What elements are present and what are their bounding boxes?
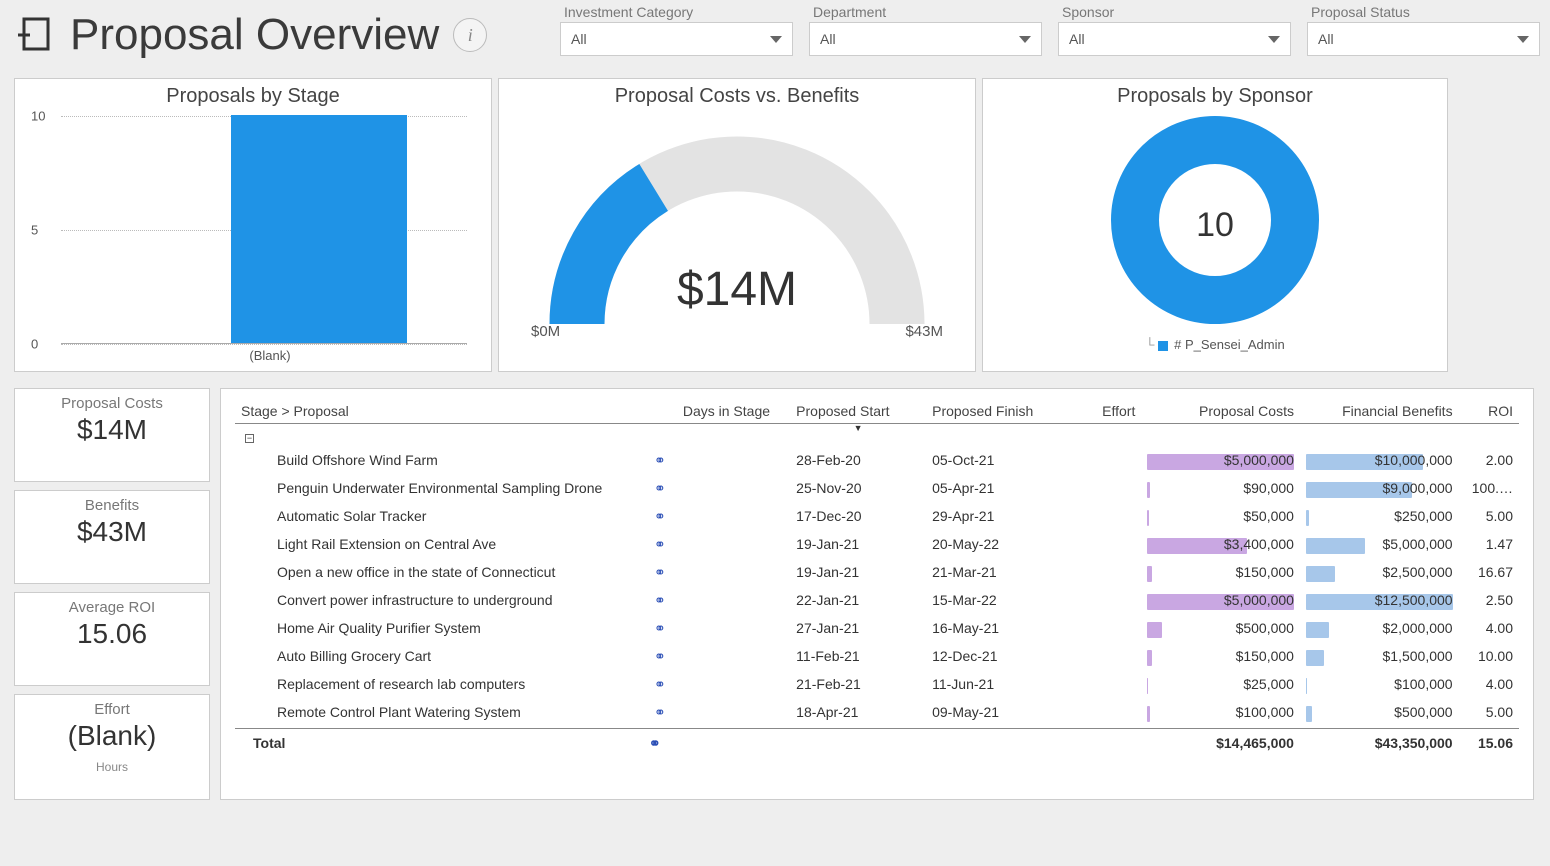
col-benefits[interactable]: Financial Benefits xyxy=(1300,393,1459,424)
table-row[interactable]: Convert power infrastructure to undergro… xyxy=(235,588,1519,616)
proposal-name: Auto Billing Grocery Cart xyxy=(235,644,643,672)
proposal-name: Replacement of research lab computers xyxy=(235,672,643,700)
proposal-name: Open a new office in the state of Connec… xyxy=(235,560,643,588)
table-row[interactable]: Remote Control Plant Watering System⚭18-… xyxy=(235,700,1519,729)
filter-label-status: Proposal Status xyxy=(1307,0,1540,22)
col-finish[interactable]: Proposed Finish xyxy=(926,393,1062,424)
table-row[interactable]: Replacement of research lab computers⚭21… xyxy=(235,672,1519,700)
col-days[interactable]: Days in Stage xyxy=(677,393,790,424)
table-row[interactable]: Automatic Solar Tracker⚭17-Dec-2029-Apr-… xyxy=(235,504,1519,532)
table-row[interactable]: Auto Billing Grocery Cart⚭11-Feb-2112-De… xyxy=(235,644,1519,672)
chevron-down-icon xyxy=(1268,36,1280,43)
gauge-value: $14M xyxy=(499,262,975,317)
table-header-row: Stage > Proposal Days in Stage Proposed … xyxy=(235,393,1519,424)
chart-title: Proposals by Stage xyxy=(15,79,491,110)
proposal-name: Home Air Quality Purifier System xyxy=(235,616,643,644)
info-button[interactable]: i xyxy=(453,18,487,52)
proposal-table[interactable]: Stage > Proposal Days in Stage Proposed … xyxy=(220,388,1534,800)
link-icon[interactable]: ⚭ xyxy=(654,536,666,552)
link-icon[interactable]: ⚭ xyxy=(654,648,666,664)
col-link xyxy=(643,393,677,424)
filter-sponsor[interactable]: All xyxy=(1058,22,1291,56)
link-icon[interactable]: ⚭ xyxy=(654,452,666,468)
card-effort[interactable]: Effort (Blank) Hours xyxy=(14,694,210,800)
filter-bar: Investment Category All Department All S… xyxy=(560,0,1540,56)
chart-proposals-by-stage[interactable]: Proposals by Stage 0510 (Blank) xyxy=(14,78,492,372)
col-stage[interactable]: Stage > Proposal xyxy=(235,393,643,424)
gauge-max: $43M xyxy=(905,323,943,340)
card-average-roi[interactable]: Average ROI 15.06 xyxy=(14,592,210,686)
link-icon[interactable]: ⚭ xyxy=(654,508,666,524)
link-icon[interactable]: ⚭ xyxy=(649,735,661,751)
link-icon[interactable]: ⚭ xyxy=(654,480,666,496)
proposal-icon xyxy=(16,13,56,58)
col-start[interactable]: Proposed Start xyxy=(790,393,926,424)
table-row[interactable]: Home Air Quality Purifier System⚭27-Jan-… xyxy=(235,616,1519,644)
proposal-name: Light Rail Extension on Central Ave xyxy=(235,532,643,560)
proposal-name: Build Offshore Wind Farm xyxy=(235,448,643,476)
gauge-min: $0M xyxy=(531,323,560,340)
link-icon[interactable]: ⚭ xyxy=(654,564,666,580)
filter-label-department: Department xyxy=(809,0,1042,22)
link-icon[interactable]: ⚭ xyxy=(654,676,666,692)
card-proposal-costs[interactable]: Proposal Costs $14M xyxy=(14,388,210,482)
col-roi[interactable]: ROI xyxy=(1459,393,1519,424)
chevron-down-icon xyxy=(1517,36,1529,43)
chart-title: Proposals by Sponsor xyxy=(983,79,1447,110)
donut-center-value: 10 xyxy=(983,206,1447,245)
proposal-name: Remote Control Plant Watering System xyxy=(235,700,643,729)
page-title: Proposal Overview xyxy=(70,10,439,60)
chart-proposals-by-sponsor[interactable]: Proposals by Sponsor 10 └ # P_Sensei_Adm… xyxy=(982,78,1448,372)
table-row[interactable]: Penguin Underwater Environmental Samplin… xyxy=(235,476,1519,504)
chevron-down-icon xyxy=(1019,36,1031,43)
chart-title: Proposal Costs vs. Benefits xyxy=(499,79,975,110)
filter-department[interactable]: All xyxy=(809,22,1042,56)
filter-label-category: Investment Category xyxy=(560,0,793,22)
legend-swatch xyxy=(1158,341,1168,351)
donut-legend: └ # P_Sensei_Admin xyxy=(983,337,1447,352)
link-icon[interactable]: ⚭ xyxy=(654,592,666,608)
proposal-name: Penguin Underwater Environmental Samplin… xyxy=(235,476,643,504)
collapse-toggle[interactable]: − xyxy=(245,434,254,443)
proposal-name: Automatic Solar Tracker xyxy=(235,504,643,532)
chart-costs-vs-benefits[interactable]: Proposal Costs vs. Benefits $14M $0M $43… xyxy=(498,78,976,372)
table-totals-row: Total ⚭ $14,465,000 $43,350,000 15.06 xyxy=(235,729,1519,757)
chevron-down-icon xyxy=(770,36,782,43)
bar-category-label: (Blank) xyxy=(49,348,491,363)
table-row[interactable]: Open a new office in the state of Connec… xyxy=(235,560,1519,588)
filter-label-sponsor: Sponsor xyxy=(1058,0,1291,22)
col-costs[interactable]: Proposal Costs xyxy=(1141,393,1300,424)
proposal-name: Convert power infrastructure to undergro… xyxy=(235,588,643,616)
table-row[interactable]: Build Offshore Wind Farm⚭28-Feb-2005-Oct… xyxy=(235,448,1519,476)
filter-category[interactable]: All xyxy=(560,22,793,56)
link-icon[interactable]: ⚭ xyxy=(654,620,666,636)
table-row[interactable]: Light Rail Extension on Central Ave⚭19-J… xyxy=(235,532,1519,560)
link-icon[interactable]: ⚭ xyxy=(654,704,666,720)
col-effort[interactable]: Effort xyxy=(1062,393,1141,424)
card-benefits[interactable]: Benefits $43M xyxy=(14,490,210,584)
filter-status[interactable]: All xyxy=(1307,22,1540,56)
